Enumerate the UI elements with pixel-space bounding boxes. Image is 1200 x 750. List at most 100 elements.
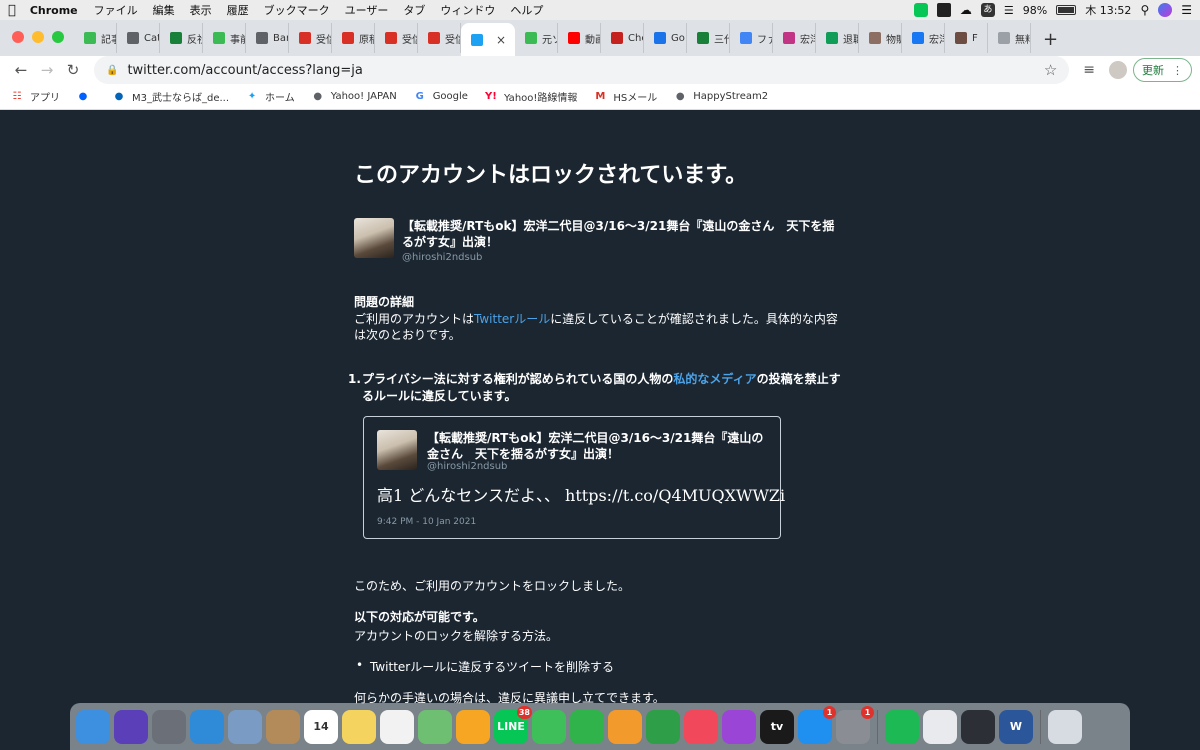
tab-4[interactable]: Bar <box>246 23 289 53</box>
profile-avatar[interactable] <box>1109 61 1127 79</box>
tweet-timestamp[interactable]: 9:42 PM - 10 Jan 2021 <box>377 517 476 527</box>
control-center-icon[interactable]: ☰ <box>1181 3 1192 17</box>
siri-icon[interactable] <box>1158 3 1173 17</box>
address-bar[interactable]: 🔒 twitter.com/account/access?lang=ja ☆ <box>94 56 1070 84</box>
podcasts-icon[interactable] <box>722 709 756 744</box>
photos-icon[interactable] <box>456 709 490 744</box>
line-icon[interactable] <box>913 3 928 17</box>
tab-21[interactable]: 無料 <box>988 23 1031 53</box>
tab-12[interactable]: Che <box>601 23 644 53</box>
reload-icon[interactable]: ↻ <box>60 61 86 79</box>
battery-icon[interactable] <box>1056 5 1077 15</box>
private-media-link[interactable]: 私的なメディア <box>673 372 756 386</box>
tab-5[interactable]: 受信 <box>289 23 332 53</box>
system-preferences-icon[interactable]: 1 <box>836 705 874 744</box>
tab-10[interactable]: 元ソ <box>515 23 558 53</box>
bookmark-item[interactable]: Y! Yahoo!路線情報 <box>484 89 577 104</box>
close-window-icon[interactable] <box>12 31 24 43</box>
bookmark-item[interactable]: ✦ ホーム <box>245 89 295 104</box>
apple-tv-icon[interactable]: tv <box>760 709 794 744</box>
quicktime-icon[interactable] <box>961 709 995 744</box>
tab-0[interactable]: 記事 <box>74 23 117 53</box>
search-icon[interactable]: ⚲ <box>1140 3 1149 17</box>
pages-icon[interactable] <box>608 709 642 744</box>
line-icon[interactable]: LINE 38 <box>494 705 532 744</box>
bookmark-item[interactable]: ☷ アプリ <box>10 89 60 104</box>
menu-profiles[interactable]: ユーザー <box>345 2 389 18</box>
messages-icon[interactable] <box>532 709 566 744</box>
tab-11[interactable]: 動画 <box>558 23 601 53</box>
minimize-window-icon[interactable] <box>32 31 44 43</box>
tab-17[interactable]: 退職 <box>816 23 859 53</box>
tab-3[interactable]: 事前 <box>203 23 246 53</box>
menu-file[interactable]: ファイル <box>94 2 138 18</box>
new-tab-icon[interactable]: + <box>1043 29 1058 50</box>
bookmark-item[interactable]: M HSメール <box>593 89 657 104</box>
menu-app-name[interactable]: Chrome <box>30 4 78 17</box>
tab-19[interactable]: 宏洋 <box>902 23 945 53</box>
contacts-icon[interactable] <box>266 709 300 744</box>
tab-18[interactable]: 物販 <box>859 23 902 53</box>
account-name[interactable]: 【転載推奨/RTもok】宏洋二代目@3/16〜3/21舞台『遠山の金さん 天下を… <box>402 218 842 250</box>
facetime-icon[interactable] <box>570 709 604 744</box>
chrome-icon[interactable] <box>923 709 957 744</box>
menu-clock[interactable]: 木 13:52 <box>1085 2 1131 18</box>
maps-icon[interactable] <box>418 709 452 744</box>
lock-icon[interactable]: 🔒 <box>106 65 118 76</box>
wifi-icon[interactable]: ☰ <box>1004 4 1014 17</box>
update-button[interactable]: 更新 ⋮ <box>1133 58 1192 82</box>
tweet-author-name[interactable]: 【転載推奨/RTもok】宏洋二代目@3/16〜3/21舞台『遠山の金さん 天下を… <box>427 430 772 462</box>
trash-icon[interactable] <box>1048 709 1082 744</box>
menu-bookmarks[interactable]: ブックマーク <box>264 2 330 18</box>
menu-tab[interactable]: タブ <box>403 2 425 18</box>
bookmark-item[interactable]: G Google <box>413 91 468 103</box>
account-handle[interactable]: @hiroshi2ndsub <box>402 252 482 263</box>
finder-icon[interactable] <box>76 709 110 744</box>
calendar-icon[interactable]: 14 <box>304 709 338 744</box>
tab-7[interactable]: 受信 <box>375 23 418 53</box>
tab-active[interactable]: × <box>461 23 515 56</box>
account-avatar[interactable] <box>354 218 394 258</box>
menu-window[interactable]: ウィンドウ <box>440 2 495 18</box>
cloud-icon[interactable]: ☁ <box>960 3 972 17</box>
tweet-avatar[interactable] <box>377 430 417 470</box>
notes-icon[interactable] <box>342 709 376 744</box>
word-icon[interactable]: W <box>999 709 1033 744</box>
menu-history[interactable]: 履歴 <box>227 2 249 18</box>
tab-15[interactable]: ファ <box>730 23 773 53</box>
bookmark-item[interactable]: ● M3_武士ならば_de... <box>112 89 229 104</box>
tab-16[interactable]: 宏洋 <box>773 23 816 53</box>
tweet-author-handle[interactable]: @hiroshi2ndsub <box>427 461 507 472</box>
forward-arrow-icon[interactable]: → <box>34 61 60 79</box>
bookmark-item[interactable]: ● Yahoo! JAPAN <box>311 91 396 103</box>
tab-14[interactable]: 三代 <box>687 23 730 53</box>
mail-stamp-icon[interactable] <box>228 709 262 744</box>
menu-help[interactable]: ヘルプ <box>510 2 543 18</box>
bookmark-item[interactable]: ● HappyStream2 <box>673 91 768 103</box>
url-text[interactable]: twitter.com/account/access?lang=ja <box>127 63 1043 78</box>
music-icon[interactable] <box>684 709 718 744</box>
twitter-rules-link[interactable]: Twitterルール <box>474 312 550 326</box>
dropbox-icon[interactable] <box>936 3 951 17</box>
menu-edit[interactable]: 編集 <box>153 2 175 18</box>
siri-icon[interactable] <box>114 709 148 744</box>
tab-8[interactable]: 受信 <box>418 23 461 53</box>
bookmark-star-icon[interactable]: ☆ <box>1044 61 1057 79</box>
menu-view[interactable]: 表示 <box>190 2 212 18</box>
tab-13[interactable]: Go <box>644 23 687 53</box>
tab-6[interactable]: 原稿 <box>332 23 375 53</box>
tab-20[interactable]: F <box>945 23 988 53</box>
launchpad-icon[interactable] <box>152 709 186 744</box>
apple-icon[interactable]:  <box>8 3 16 18</box>
input-method-icon[interactable]: あ <box>980 3 995 17</box>
tab-2[interactable]: 反社 <box>160 23 203 53</box>
tab-1[interactable]: Cat <box>117 23 160 53</box>
bookmark-item[interactable]: ● <box>76 91 96 103</box>
reminders-icon[interactable] <box>380 709 414 744</box>
back-arrow-icon[interactable]: ← <box>8 61 34 79</box>
spotify-icon[interactable] <box>885 709 919 744</box>
safari-icon[interactable] <box>190 709 224 744</box>
reading-list-icon[interactable]: ≡ <box>1083 62 1095 78</box>
zoom-window-icon[interactable] <box>52 31 64 43</box>
close-tab-icon[interactable]: × <box>496 33 506 47</box>
